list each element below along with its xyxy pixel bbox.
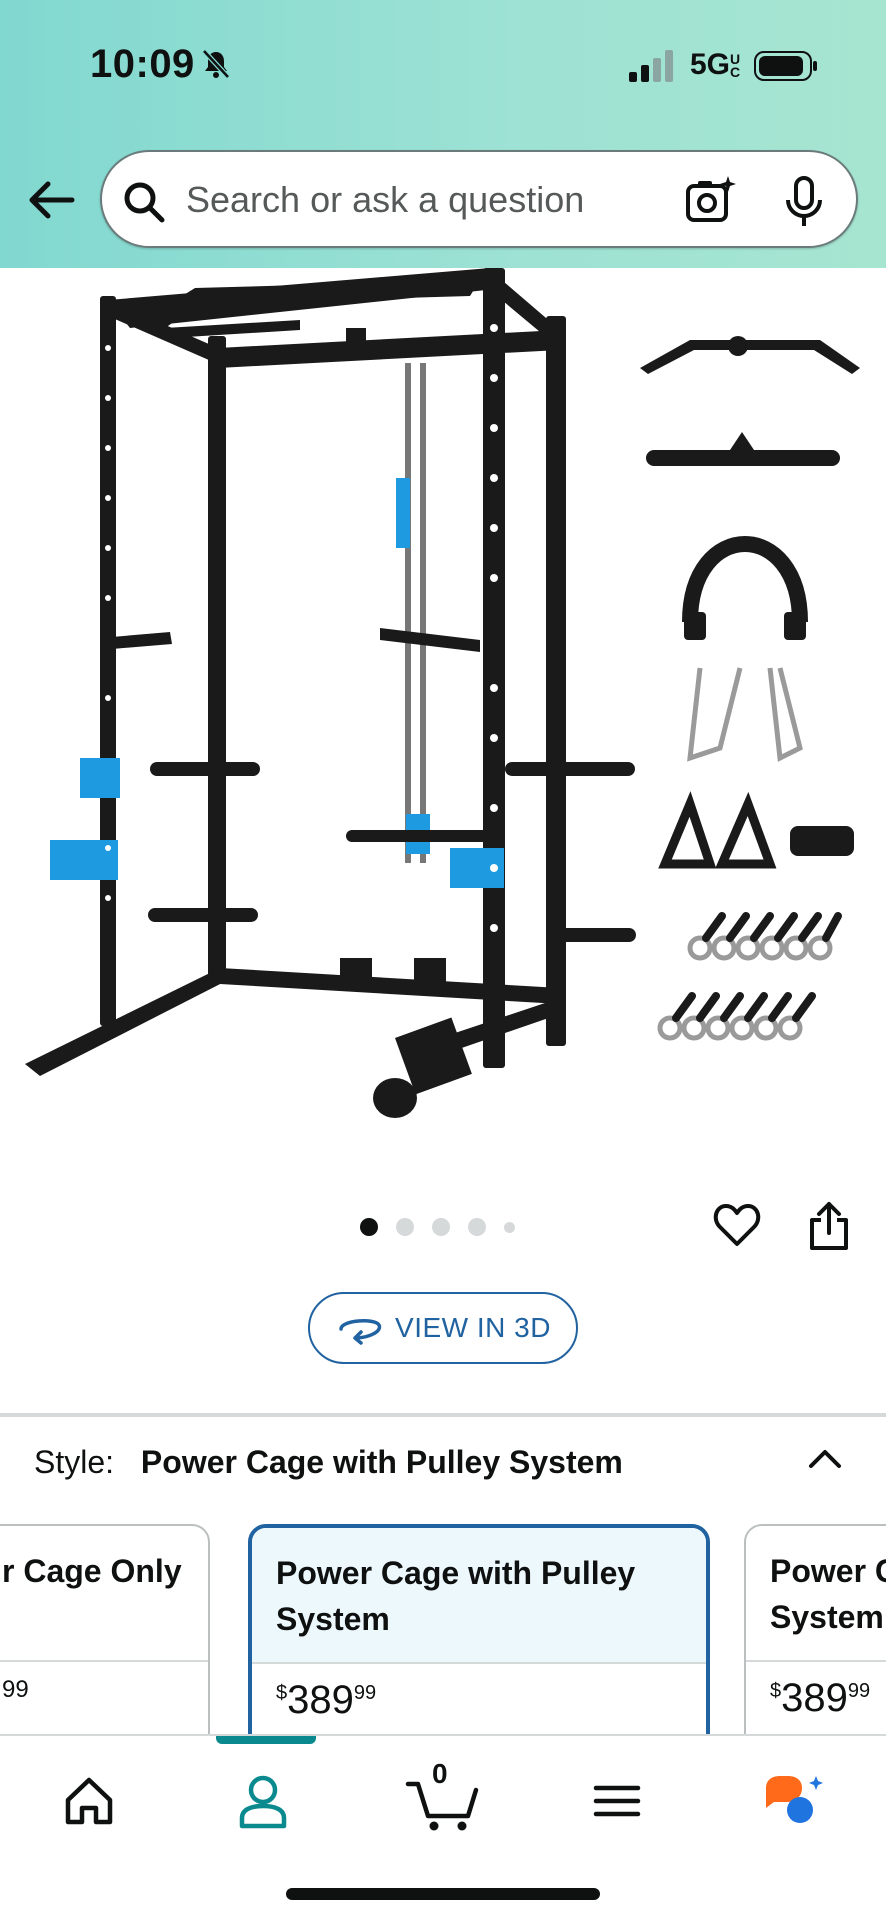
section-divider [0, 1413, 886, 1417]
carousel-dot[interactable] [360, 1218, 378, 1236]
cart-count: 0 [432, 1758, 448, 1789]
carousel-dot[interactable] [504, 1221, 515, 1233]
style-option-title: r Cage Only [0, 1526, 208, 1662]
view-in-3d-button[interactable]: VIEW IN 3D [308, 1292, 578, 1364]
style-option-power-cage-variant[interactable]: Power C System $38999 [744, 1524, 886, 1734]
search-icon [124, 182, 165, 223]
network-type: 5GUC [690, 48, 741, 81]
style-option-power-cage-with-pulley-selected[interactable]: Power Cage with Pulley System $38999 [248, 1524, 710, 1734]
style-option-price: $38999 [276, 1678, 377, 1722]
carousel-dot[interactable] [432, 1218, 450, 1236]
product-page: 10:09 5GUC Search or ask a question VIEW… [0, 0, 886, 1920]
style-option-power-cage-only[interactable]: r Cage Only 99 [0, 1524, 210, 1734]
style-selector-header: Style: Power Cage with Pulley System [34, 1444, 623, 1481]
rufus-assistant-icon[interactable] [758, 1766, 828, 1836]
product-image[interactable] [0, 268, 886, 1148]
back-arrow-icon[interactable] [22, 172, 78, 228]
style-option-title: Power C System [746, 1526, 886, 1662]
microphone-icon[interactable] [778, 174, 830, 230]
carousel-dot[interactable] [468, 1218, 486, 1236]
carousel-dot[interactable] [396, 1218, 414, 1236]
search-input[interactable] [186, 176, 666, 224]
camera-search-icon[interactable] [682, 172, 738, 228]
silent-bell-icon [202, 49, 230, 79]
status-time: 10:09 [90, 42, 195, 86]
home-icon[interactable] [54, 1766, 124, 1836]
style-option-price: $38999 [770, 1676, 871, 1720]
menu-icon[interactable] [582, 1766, 652, 1836]
view-in-3d-label: VIEW IN 3D [395, 1312, 551, 1343]
image-carousel-dots[interactable] [360, 1218, 515, 1236]
battery-icon [754, 51, 817, 81]
cellular-signal-icon [629, 50, 673, 82]
style-options-carousel: r Cage Only 99 Power Cage with Pulley Sys… [0, 1524, 886, 1734]
style-option-price: 99 [2, 1676, 29, 1703]
top-header: 10:09 5GUC [0, 0, 886, 268]
style-selected-value: Power Cage with Pulley System [140, 1444, 623, 1480]
search-bar[interactable] [100, 150, 858, 248]
style-option-title: Power Cage with Pulley System [252, 1528, 706, 1664]
home-indicator-bar [286, 1888, 600, 1900]
heart-icon[interactable] [712, 1200, 762, 1250]
share-icon[interactable] [804, 1200, 854, 1252]
account-icon[interactable] [228, 1766, 298, 1836]
chevron-up-icon[interactable] [805, 1442, 845, 1472]
style-label: Style: [34, 1444, 115, 1480]
active-tab-indicator [216, 1736, 316, 1744]
rotate-3d-icon [339, 1319, 382, 1345]
